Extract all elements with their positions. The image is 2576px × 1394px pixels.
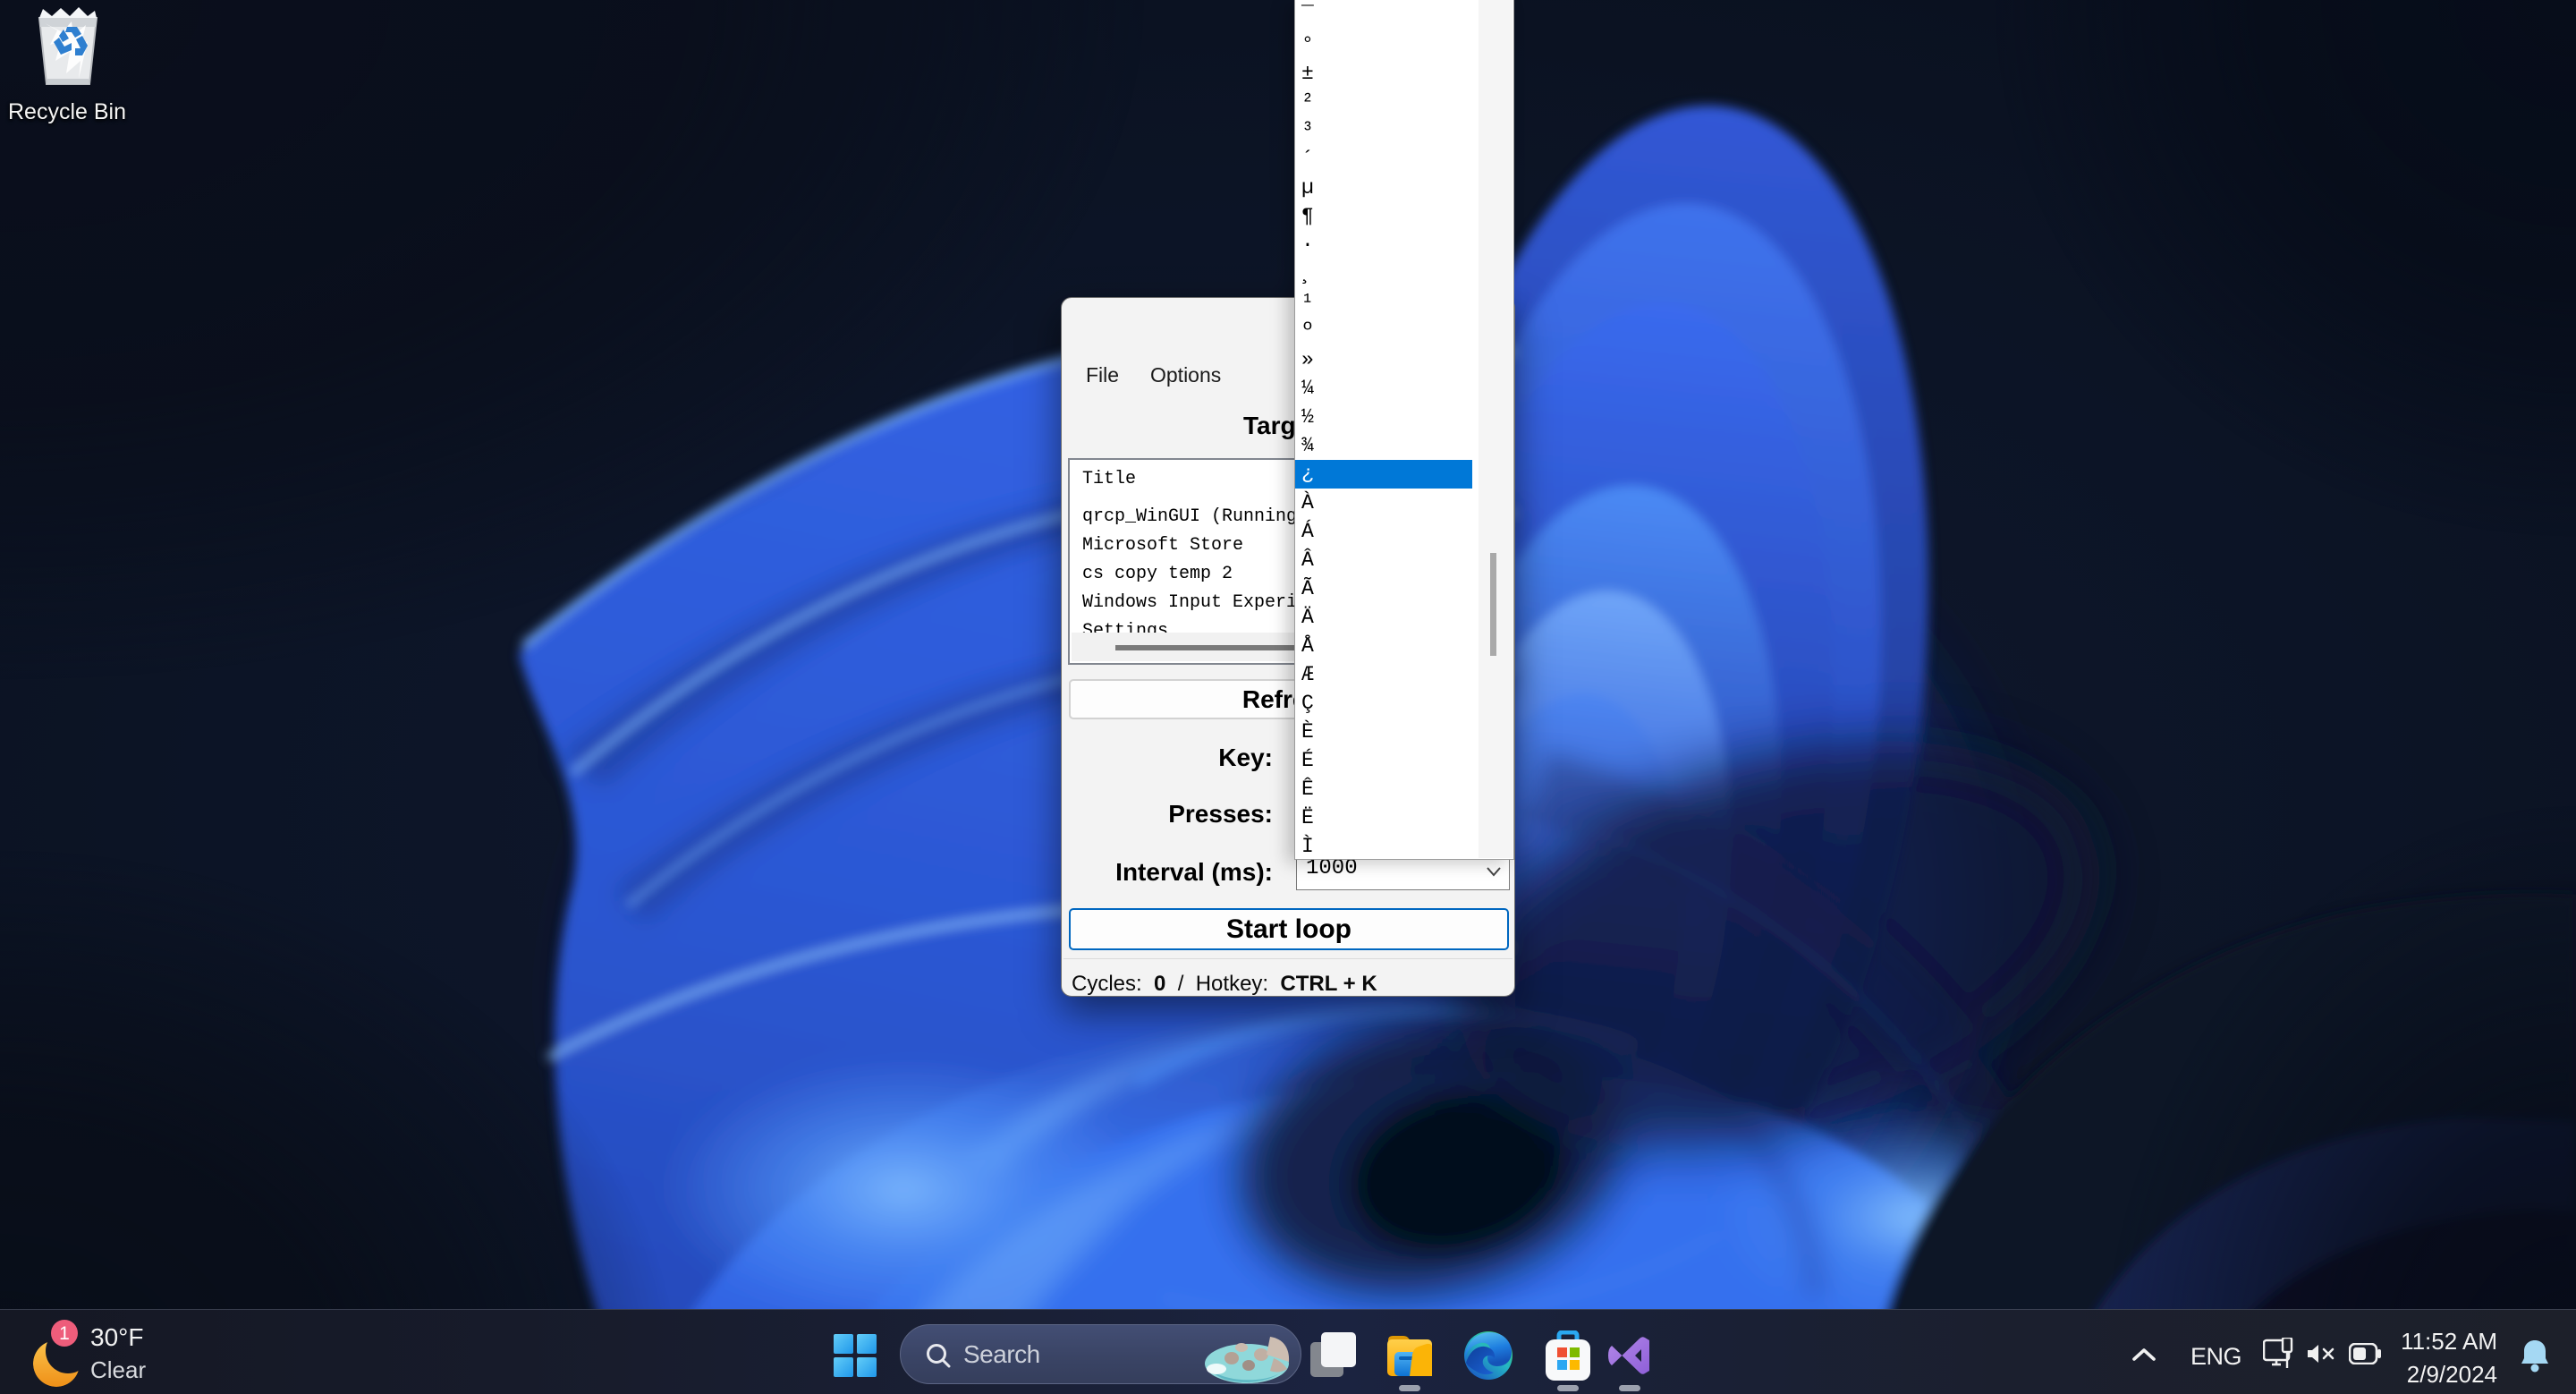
svg-text:1: 1 xyxy=(59,1323,70,1344)
